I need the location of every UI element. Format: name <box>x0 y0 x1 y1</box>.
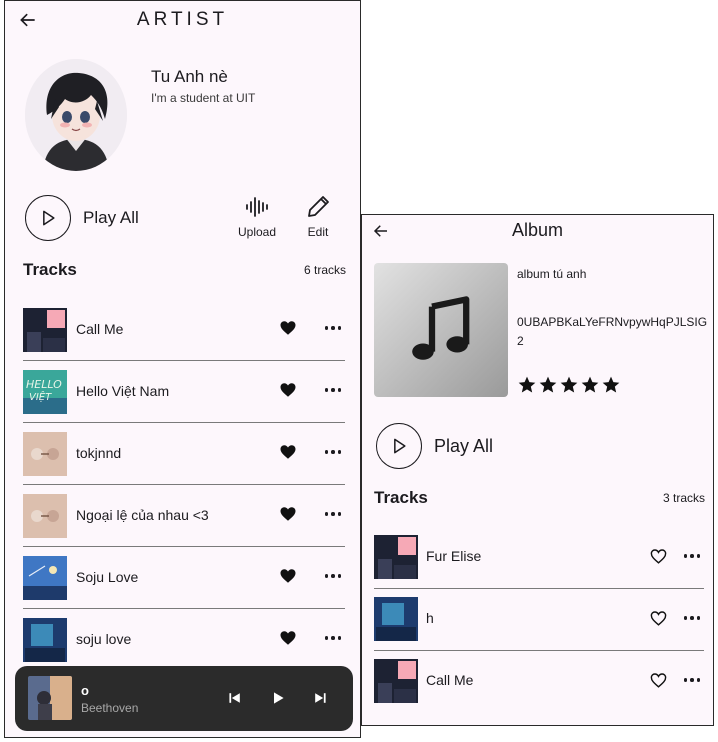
heart-outline-icon[interactable] <box>649 671 668 690</box>
track-title: Soju Love <box>76 569 139 585</box>
tracks-title: Tracks <box>23 260 77 279</box>
track-cover-image <box>23 618 67 662</box>
more-options-icon[interactable] <box>323 443 343 461</box>
play-all-label: Play All <box>83 208 139 227</box>
more-options-icon[interactable] <box>323 381 343 399</box>
heart-outline-icon[interactable] <box>649 609 668 628</box>
track-cover-image <box>374 535 418 579</box>
album-id: 0UBAPBKaLYeFRNvpywHqPJLSIG2 <box>517 315 708 348</box>
track-cover-image <box>23 308 67 352</box>
star-icon[interactable] <box>601 375 621 395</box>
track-cover-image <box>23 432 67 476</box>
track-title: h <box>426 610 434 626</box>
album-screen: Album album tú anh 0UBAPBKaLYeFRNvpywHqP… <box>361 214 714 726</box>
more-options-icon[interactable] <box>682 671 702 689</box>
track-list: Fur Elise h Call Me <box>374 527 704 713</box>
page-title: ARTIST <box>136 9 229 30</box>
play-circle-icon <box>376 423 422 469</box>
track-row[interactable]: Call Me <box>23 299 345 361</box>
heart-filled-icon[interactable] <box>279 567 297 585</box>
tracks-title: Tracks <box>374 488 428 507</box>
play-icon[interactable] <box>268 688 288 708</box>
artist-app-bar: ARTIST <box>5 1 360 41</box>
page-title: Album <box>511 220 564 240</box>
track-row[interactable]: Ngoại lệ của nhau <3 <box>23 485 345 547</box>
more-options-icon[interactable] <box>682 609 702 627</box>
upload-button[interactable]: Upload <box>235 193 279 239</box>
artist-bio: I'm a student at UIT <box>151 91 256 105</box>
track-row[interactable]: Call Me <box>374 651 704 713</box>
skip-previous-icon[interactable] <box>225 688 245 708</box>
skip-next-icon[interactable] <box>310 688 330 708</box>
now-playing-title: o <box>81 683 89 698</box>
heart-filled-icon[interactable] <box>279 381 297 399</box>
more-options-icon[interactable] <box>323 629 343 647</box>
play-all-button[interactable]: Play All <box>25 193 139 243</box>
track-row[interactable]: Soju Love <box>23 547 345 609</box>
artist-name: Tu Anh nè <box>151 67 228 86</box>
heart-filled-icon[interactable] <box>279 319 297 337</box>
pencil-icon <box>304 193 332 221</box>
edit-button[interactable]: Edit <box>301 193 335 239</box>
artist-screen: ARTIST Tu Anh nè I'm a student at UIT Pl… <box>4 0 361 738</box>
heart-filled-icon[interactable] <box>279 629 297 647</box>
track-cover-image <box>374 597 418 641</box>
more-options-icon[interactable] <box>323 567 343 585</box>
track-cover-image <box>374 659 418 703</box>
play-circle-icon <box>25 195 71 241</box>
tracks-header: Tracks 6 tracks <box>23 260 346 284</box>
now-playing-cover-image <box>28 676 72 720</box>
track-row[interactable]: h <box>374 589 704 651</box>
track-row[interactable]: soju love <box>23 609 345 671</box>
music-note-icon <box>412 296 470 360</box>
star-icon[interactable] <box>538 375 558 395</box>
track-cover-image: HELLO VIỆT <box>23 370 67 414</box>
heart-outline-icon[interactable] <box>649 547 668 566</box>
edit-label: Edit <box>307 225 329 239</box>
track-cover-image <box>23 494 67 538</box>
track-title: soju love <box>76 631 132 647</box>
waveform-icon <box>243 193 271 221</box>
tracks-count: 3 tracks <box>662 491 705 505</box>
upload-label: Upload <box>237 225 277 239</box>
tracks-header: Tracks 3 tracks <box>374 488 705 512</box>
svg-text:VIỆT: VIỆT <box>29 390 52 403</box>
track-cover-image <box>23 556 67 600</box>
track-title: Call Me <box>76 321 124 337</box>
mini-player[interactable]: o Beethoven <box>15 666 353 731</box>
track-row[interactable]: HELLO VIỆT Hello Việt Nam <box>23 361 345 423</box>
album-name: album tú anh <box>517 267 587 281</box>
track-list: Call Me HELLO VIỆT Hello Việt Nam tokjnnd… <box>23 299 345 671</box>
svg-text:HELLO: HELLO <box>26 378 62 391</box>
now-playing-artist: Beethoven <box>81 701 139 715</box>
star-icon[interactable] <box>580 375 600 395</box>
more-options-icon[interactable] <box>323 319 343 337</box>
heart-filled-icon[interactable] <box>279 505 297 523</box>
track-title: Hello Việt Nam <box>76 383 170 399</box>
track-title: Call Me <box>426 672 474 688</box>
play-all-button[interactable]: Play All <box>376 421 493 471</box>
album-cover-image <box>374 263 508 397</box>
play-all-label: Play All <box>434 435 494 456</box>
track-row[interactable]: Fur Elise <box>374 527 704 589</box>
star-icon[interactable] <box>559 375 579 395</box>
rating-stars[interactable] <box>517 375 622 395</box>
star-icon[interactable] <box>517 375 537 395</box>
track-title: tokjnnd <box>76 445 122 461</box>
artist-avatar <box>25 59 127 171</box>
more-options-icon[interactable] <box>323 505 343 523</box>
track-title: Fur Elise <box>426 548 482 564</box>
tracks-count: 6 tracks <box>303 263 346 277</box>
more-options-icon[interactable] <box>682 547 702 565</box>
track-title: Ngoại lệ của nhau <3 <box>76 507 209 523</box>
track-row[interactable]: tokjnnd <box>23 423 345 485</box>
heart-filled-icon[interactable] <box>279 443 297 461</box>
